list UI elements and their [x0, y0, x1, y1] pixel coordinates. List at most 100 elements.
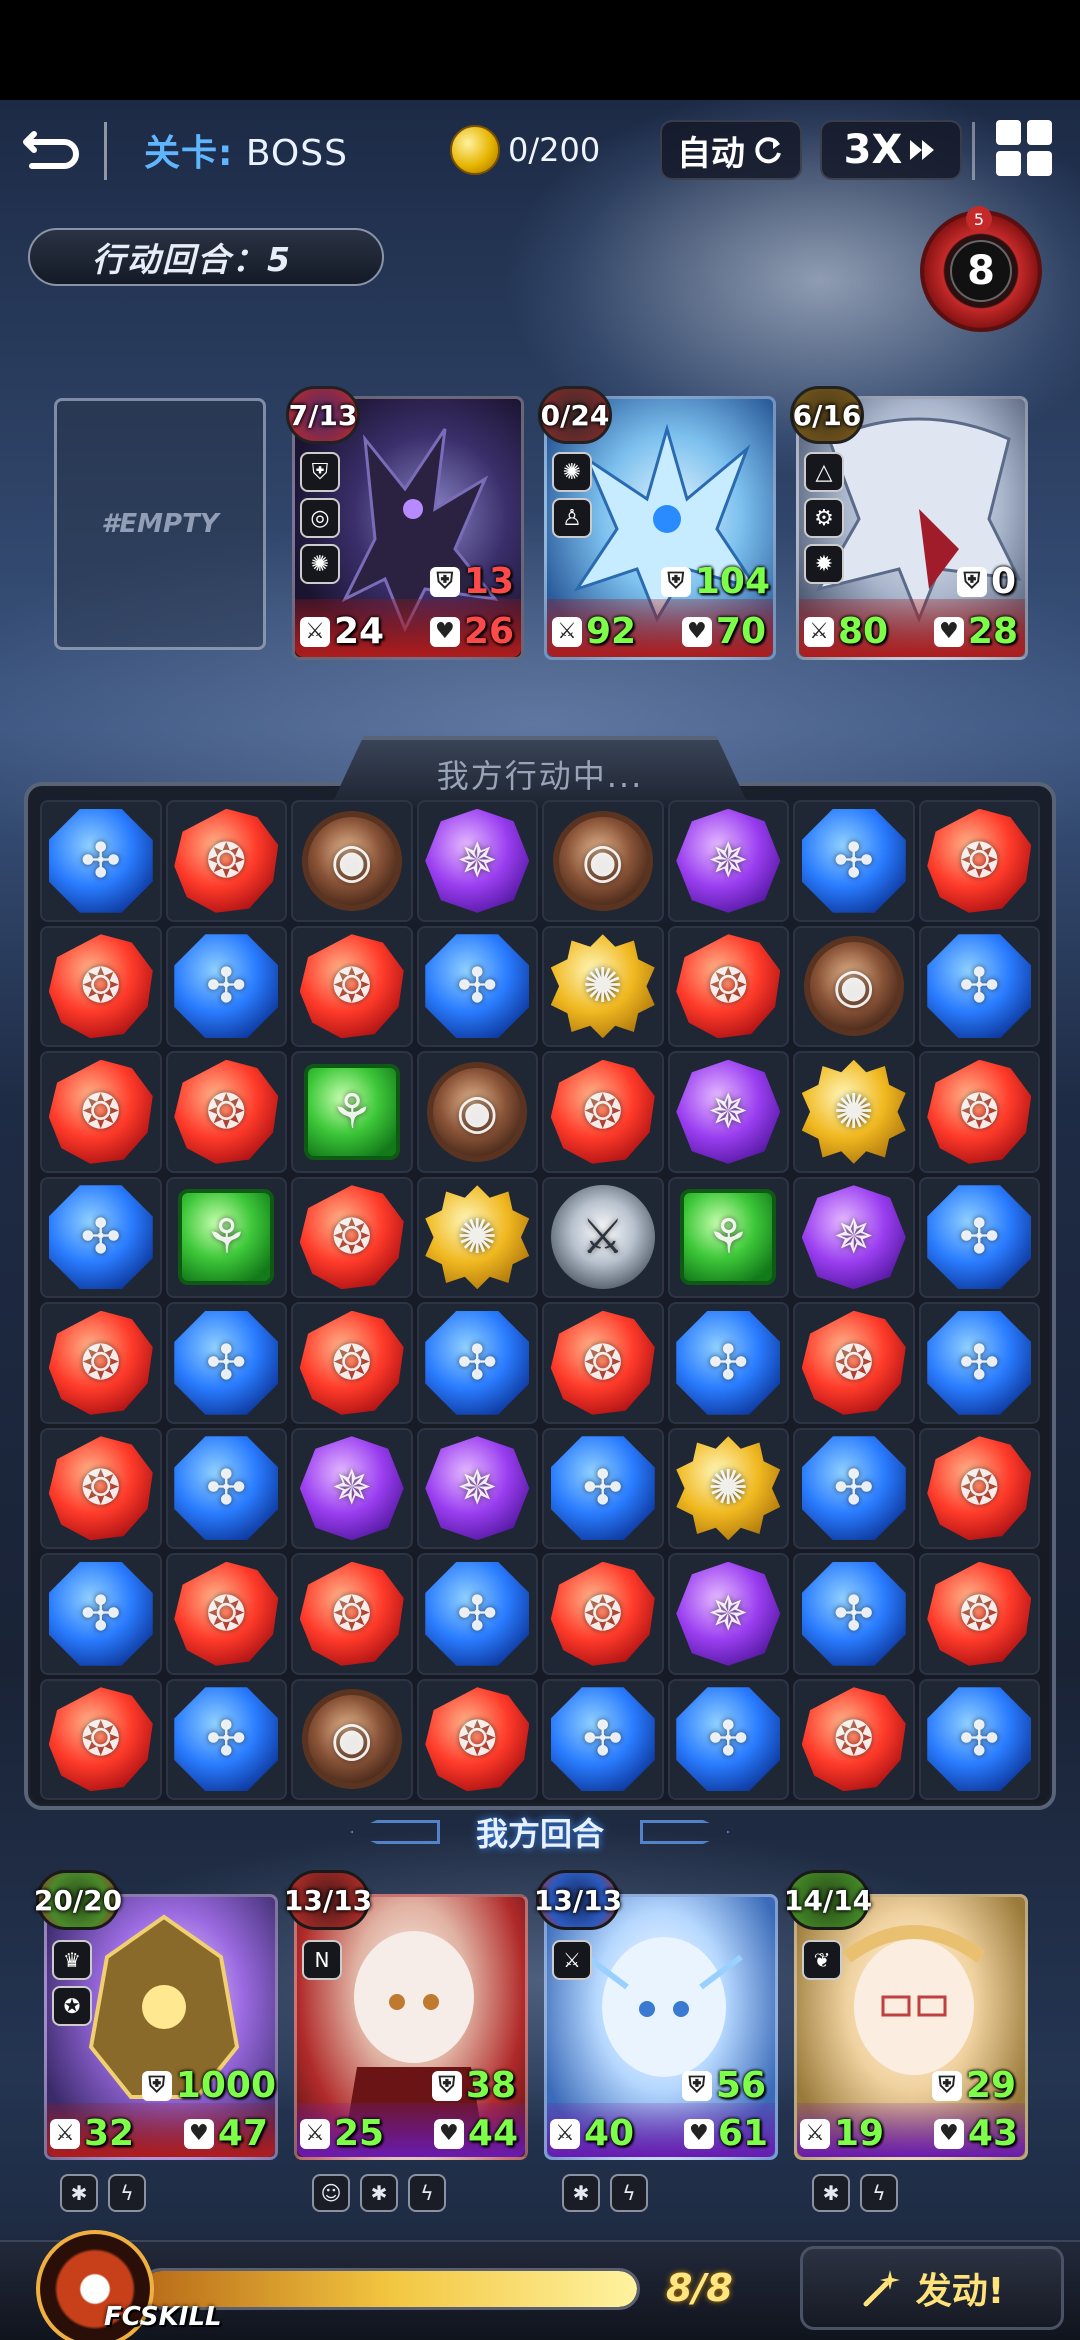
grid-cell[interactable]: ✺ [416, 1176, 538, 1298]
grid-cell[interactable]: ✣ [165, 1678, 287, 1800]
fire-rune-icon[interactable]: ❂ [927, 808, 1032, 913]
fire-rune-icon[interactable]: ❂ [174, 808, 279, 913]
light-rune-icon[interactable]: ✺ [676, 1436, 781, 1541]
grid-cell[interactable]: ❂ [793, 1678, 915, 1800]
grid-cell[interactable]: ❂ [165, 1051, 287, 1173]
fire-rune-icon[interactable]: ❂ [927, 1436, 1032, 1541]
sword-rune-icon[interactable]: ⚔ [550, 1185, 655, 1290]
team-card-2[interactable]: 13/13 N ⛨ 38 ⚔ 25 ♥ 44 [284, 1870, 528, 2160]
grid-cell[interactable]: ⚘ [165, 1176, 287, 1298]
water-rune-icon[interactable]: ✣ [425, 1310, 530, 1415]
grid-cell[interactable]: ◉ [416, 1051, 538, 1173]
grid-cell[interactable]: ✺ [542, 925, 664, 1047]
fire-rune-icon[interactable]: ❂ [801, 1687, 906, 1792]
water-rune-icon[interactable]: ✣ [425, 934, 530, 1039]
water-rune-icon[interactable]: ✣ [801, 1436, 906, 1541]
fire-rune-icon[interactable]: ❂ [425, 1687, 530, 1792]
grid-cell[interactable]: ❂ [918, 1427, 1040, 1549]
enemy-card-3[interactable]: 6/16 △ ⚙ ✹ ⛨ 0 ⚔ 80 ♥ 28 [790, 386, 1028, 660]
grid-cell[interactable]: ✺ [793, 1051, 915, 1173]
auto-button[interactable]: 自动 [660, 120, 802, 180]
grid-cell[interactable]: ✣ [165, 1427, 287, 1549]
water-rune-icon[interactable]: ✣ [676, 1310, 781, 1415]
team-card-4[interactable]: 14/14 ❦ ⛨ 29 ⚔ 19 ♥ 43 [784, 1870, 1028, 2160]
speed-button[interactable]: 3X [820, 120, 962, 180]
fire-rune-icon[interactable]: ❂ [299, 934, 404, 1039]
fire-rune-icon[interactable]: ❂ [550, 1561, 655, 1666]
fire-rune-icon[interactable]: ❂ [676, 934, 781, 1039]
grid-cell[interactable]: ✵ [416, 800, 538, 922]
fire-rune-icon[interactable]: ❂ [550, 1059, 655, 1164]
grid-cell[interactable]: ✵ [291, 1427, 413, 1549]
grid-cell[interactable]: ◉ [793, 925, 915, 1047]
grid-cell[interactable]: ❂ [793, 1302, 915, 1424]
grid-cell[interactable]: ✣ [416, 1553, 538, 1675]
water-rune-icon[interactable]: ✣ [801, 1561, 906, 1666]
water-rune-icon[interactable]: ✣ [927, 1687, 1032, 1792]
water-rune-icon[interactable]: ✣ [174, 1436, 279, 1541]
grid-cell[interactable]: ❂ [40, 1678, 162, 1800]
grid-cell[interactable]: ⚘ [291, 1051, 413, 1173]
water-rune-icon[interactable]: ✣ [425, 1561, 530, 1666]
grid-cell[interactable]: ❂ [918, 1553, 1040, 1675]
water-rune-icon[interactable]: ✣ [174, 1310, 279, 1415]
fire-rune-icon[interactable]: ❂ [299, 1185, 404, 1290]
grid-cell[interactable]: ✺ [667, 1427, 789, 1549]
grid-cell[interactable]: ✣ [667, 1302, 789, 1424]
grid-cell[interactable]: ❂ [40, 925, 162, 1047]
grid-cell[interactable]: ✣ [918, 925, 1040, 1047]
water-rune-icon[interactable]: ✣ [48, 808, 153, 913]
fire-rune-icon[interactable]: ❂ [48, 1310, 153, 1415]
dark-rune-icon[interactable]: ✵ [676, 1561, 781, 1666]
grid-cell[interactable]: ❂ [165, 800, 287, 922]
grid-cell[interactable]: ❂ [542, 1553, 664, 1675]
earth-rune-icon[interactable]: ◉ [301, 1689, 402, 1790]
grid-cell[interactable]: ✵ [667, 1553, 789, 1675]
fire-rune-icon[interactable]: ❂ [48, 1059, 153, 1164]
grid-cell[interactable]: ✣ [793, 1427, 915, 1549]
rune-grid[interactable]: ✣ ❂ ◉ ✵ ◉ ✵ ✣ ❂ ❂ ✣ ❂ ✣ ✺ ❂ ◉ ✣ ❂ ❂ ⚘ ◉ ❂ ✵ ✺ ❂ ✣ ⚘ ❂ ✺ ⚔ ⚘ ✵ ✣ ❂ ✣ ❂ ✣ ❂ ✣ ❂ ✣… [40, 800, 1040, 1800]
water-rune-icon[interactable]: ✣ [48, 1185, 153, 1290]
wood-rune-icon[interactable]: ⚘ [303, 1063, 400, 1160]
water-rune-icon[interactable]: ✣ [676, 1687, 781, 1792]
launch-button[interactable]: 发动! [800, 2246, 1064, 2330]
water-rune-icon[interactable]: ✣ [550, 1436, 655, 1541]
grid-cell[interactable]: ✵ [793, 1176, 915, 1298]
grid-cell[interactable]: ✣ [542, 1427, 664, 1549]
grid-cell[interactable]: ✣ [416, 925, 538, 1047]
grid-cell[interactable]: ✵ [667, 1051, 789, 1173]
fire-rune-icon[interactable]: ❂ [48, 934, 153, 1039]
grid-cell[interactable]: ✣ [40, 1176, 162, 1298]
grid-cell[interactable]: ✣ [165, 925, 287, 1047]
fire-rune-icon[interactable]: ❂ [927, 1561, 1032, 1666]
dark-rune-icon[interactable]: ✵ [299, 1436, 404, 1541]
earth-rune-icon[interactable]: ◉ [301, 810, 402, 911]
water-rune-icon[interactable]: ✣ [550, 1687, 655, 1792]
grid-cell[interactable]: ⚔ [542, 1176, 664, 1298]
fire-rune-icon[interactable]: ❂ [299, 1561, 404, 1666]
grid-cell[interactable]: ❂ [291, 1176, 413, 1298]
grid-cell[interactable]: ⚘ [667, 1176, 789, 1298]
water-rune-icon[interactable]: ✣ [174, 1687, 279, 1792]
dark-rune-icon[interactable]: ✵ [801, 1185, 906, 1290]
dark-rune-icon[interactable]: ✵ [425, 808, 530, 913]
team-card-1[interactable]: 20/20 ♛ ✪ ⛨ 1000 ⚔ 32 ♥ 47 [34, 1870, 278, 2160]
grid-cell[interactable]: ◉ [291, 1678, 413, 1800]
grid-cell[interactable]: ◉ [291, 800, 413, 922]
grid-cell[interactable]: ✣ [40, 800, 162, 922]
grid-cell[interactable]: ✣ [40, 1553, 162, 1675]
fire-rune-icon[interactable]: ❂ [174, 1561, 279, 1666]
grid-cell[interactable]: ❂ [918, 800, 1040, 922]
earth-rune-icon[interactable]: ◉ [803, 936, 904, 1037]
fire-rune-icon[interactable]: ❂ [48, 1436, 153, 1541]
grid-cell[interactable]: ❂ [416, 1678, 538, 1800]
back-button[interactable] [20, 118, 84, 182]
enemy-card-1[interactable]: 7/13 ⛨ ◎ ✺ ⛨ 13 ⚔ 24 ♥ 26 [286, 386, 524, 660]
team-card-3[interactable]: 13/13 ⚔ ⛨ 56 ⚔ 40 ♥ 61 [534, 1870, 778, 2160]
dark-rune-icon[interactable]: ✵ [425, 1436, 530, 1541]
earth-rune-icon[interactable]: ◉ [552, 810, 653, 911]
grid-cell[interactable]: ✣ [793, 800, 915, 922]
menu-grid-icon[interactable] [996, 120, 1052, 176]
water-rune-icon[interactable]: ✣ [174, 934, 279, 1039]
light-rune-icon[interactable]: ✺ [550, 934, 655, 1039]
